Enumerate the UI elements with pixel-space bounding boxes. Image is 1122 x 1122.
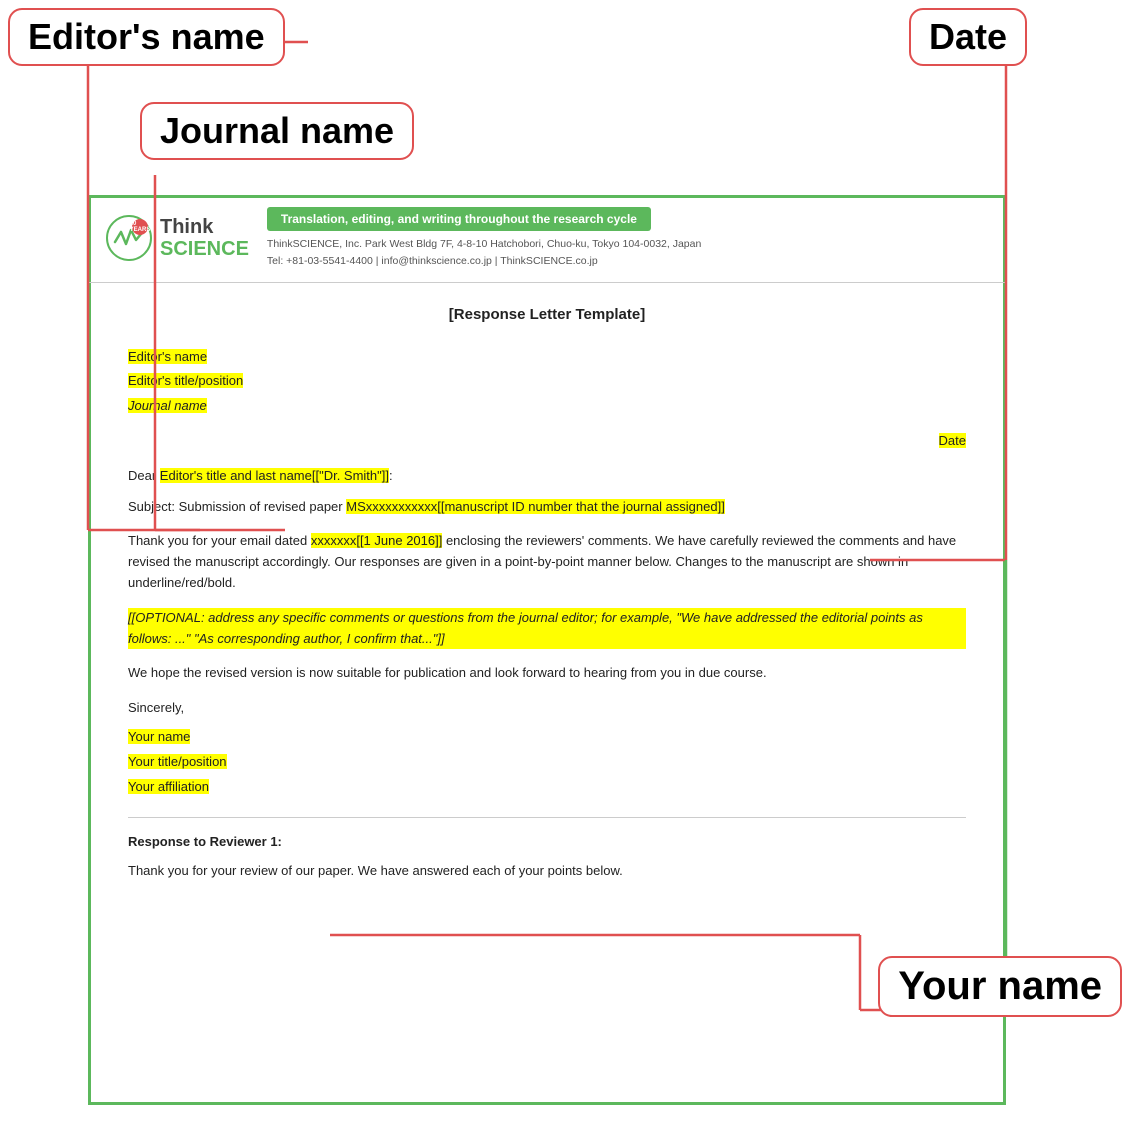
date-label: Date: [909, 8, 1027, 66]
body-para-2: We hope the revised version is now suita…: [128, 663, 966, 684]
your-name-label: Your name: [878, 956, 1122, 1017]
dear-line: Dear Editor's title and last name[["Dr. …: [128, 466, 966, 487]
date-highlight: xxxxxxx[[1 June 2016]]: [311, 533, 443, 548]
body-para-1: Thank you for your email dated xxxxxxx[[…: [128, 531, 966, 593]
years-badge: 10 YEARS: [132, 219, 148, 235]
your-name-field: Your name: [128, 729, 190, 744]
field-editors-name: Editor's name: [128, 349, 207, 364]
your-affiliation-line: Your affiliation: [128, 777, 966, 798]
your-affiliation-field: Your affiliation: [128, 779, 209, 794]
letterhead-header: 10 YEARS Think SCIENCE Translation, edit…: [88, 195, 1006, 283]
subject-highlight: MSxxxxxxxxxxx[[manuscript ID number that…: [346, 499, 725, 514]
field-date: Date: [939, 433, 966, 448]
field-journal-name: Journal name: [128, 398, 207, 413]
field-editors-title-line: Editor's title/position: [128, 371, 966, 392]
tagline-text: Translation, editing, and writing throug…: [267, 207, 651, 231]
field-journal-name-line: Journal name: [128, 396, 966, 417]
response-title: Response to Reviewer 1:: [128, 832, 966, 853]
company-address: ThinkSCIENCE, Inc. Park West Bldg 7F, 4-…: [267, 236, 988, 270]
logo-circle: 10 YEARS: [106, 215, 152, 261]
field-editors-title: Editor's title/position: [128, 373, 243, 388]
your-title-field: Your title/position: [128, 754, 227, 769]
response-section: Response to Reviewer 1: Thank you for yo…: [128, 817, 966, 882]
your-name-line: Your name: [128, 727, 966, 748]
editors-name-label: Editor's name: [8, 8, 285, 66]
logo-block: 10 YEARS Think SCIENCE: [106, 207, 249, 270]
sincerely-line: Sincerely,: [128, 698, 966, 719]
response-body: Thank you for your review of our paper. …: [128, 861, 966, 882]
tagline-block: Translation, editing, and writing throug…: [267, 207, 988, 270]
logo-text: Think SCIENCE: [160, 216, 249, 260]
journal-name-label: Journal name: [140, 102, 414, 160]
letter-title: [Response Letter Template]: [128, 303, 966, 327]
field-editors-name-line: Editor's name: [128, 347, 966, 368]
optional-block: [[OPTIONAL: address any specific comment…: [128, 608, 966, 650]
letter-body: [Response Letter Template] Editor's name…: [88, 283, 1006, 902]
subject-line: Subject: Submission of revised paper MSx…: [128, 497, 966, 518]
dear-highlight: Editor's title and last name[["Dr. Smith…: [160, 468, 389, 483]
your-title-line: Your title/position: [128, 752, 966, 773]
date-right-line: Date: [128, 431, 966, 452]
document-content: 10 YEARS Think SCIENCE Translation, edit…: [88, 195, 1006, 902]
